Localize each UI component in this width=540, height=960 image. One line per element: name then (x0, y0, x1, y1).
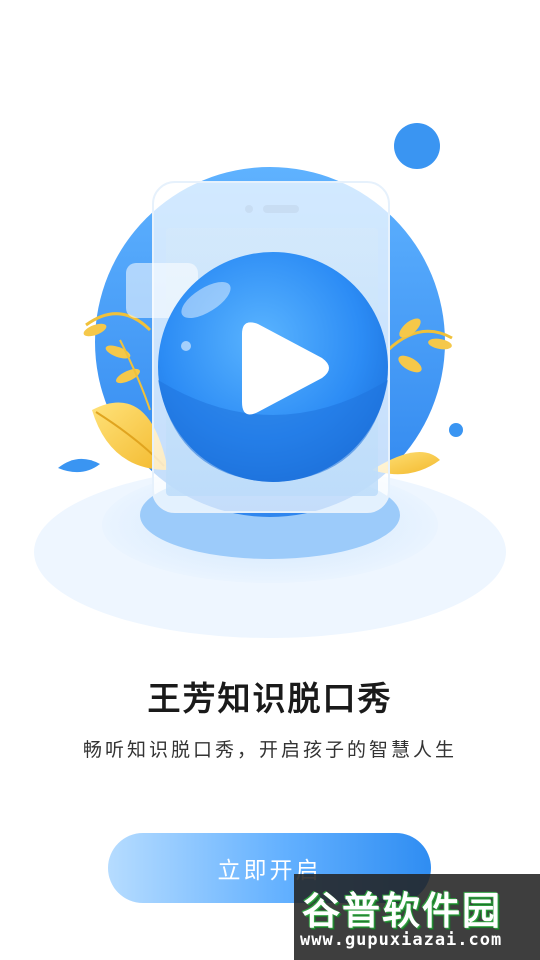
play-icon (158, 252, 388, 482)
water-drop-left (58, 458, 100, 473)
welcome-illustration (34, 123, 506, 638)
floating-dot-right (449, 423, 463, 437)
app-subtitle: 畅听知识脱口秀，开启孩子的智慧人生 (82, 739, 457, 761)
phone-speaker (263, 205, 299, 213)
watermark-text: 谷普软件园 (302, 889, 503, 933)
floating-dot-top (394, 123, 440, 169)
watermark: 谷普软件园 www.gupuxiazai.com (294, 874, 540, 960)
app-title: 王芳知识脱口秀 (147, 679, 393, 718)
phone-camera (245, 205, 253, 213)
watermark-url: www.gupuxiazai.com (300, 930, 503, 950)
